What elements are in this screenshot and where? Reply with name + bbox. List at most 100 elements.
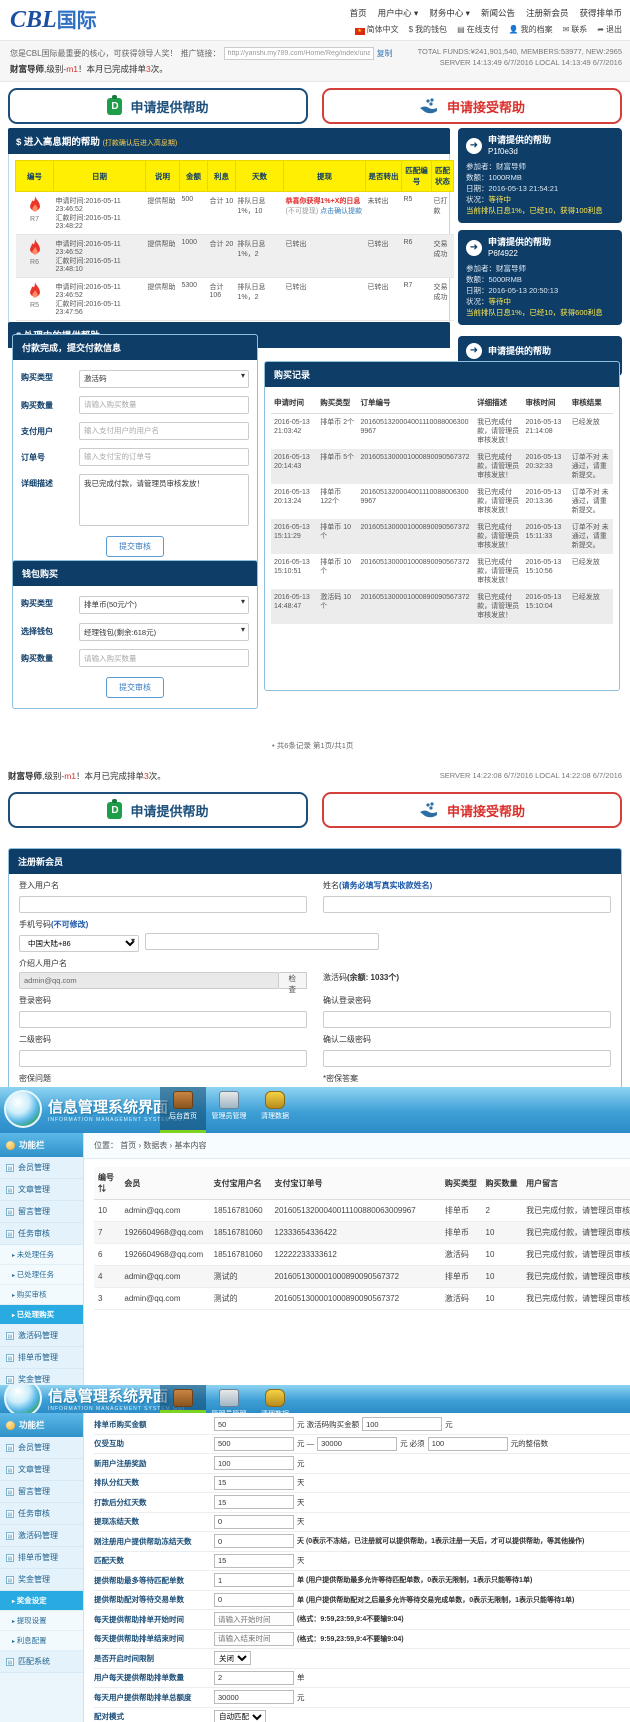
settings-select[interactable]: 自动匹配 — [214, 1709, 266, 1722]
desc-cell: 我已完成付款，请管理员审核发放！ — [474, 449, 523, 484]
username-input[interactable] — [19, 896, 307, 913]
payment-form-title: 付款完成，提交付款信息 — [13, 335, 257, 360]
wallet-select[interactable]: 经理钱包(剩余:618元) — [79, 623, 249, 641]
sidebar-item[interactable]: ▤ 排单币管理 — [0, 1547, 83, 1569]
settings-unit: 天 — [297, 1556, 305, 1566]
sidebar-item[interactable]: ▤ 匹配系统 — [0, 1651, 83, 1673]
sidebar-item[interactable]: ▤ 留言管理 — [0, 1201, 83, 1223]
wallet-submit-button[interactable]: 提交审核 — [106, 677, 164, 698]
sidebar-item[interactable]: ▤ 文章管理 — [0, 1179, 83, 1201]
message-cell: 我已完成付款，请管理员审核 — [522, 1265, 630, 1288]
nav-item[interactable]: 财务中心 ▾ — [429, 7, 470, 19]
sidebar-item[interactable]: ▤ 留言管理 — [0, 1481, 83, 1503]
order-no-input[interactable] — [79, 447, 249, 466]
sidebar-item[interactable]: ▤ 奖金管理 — [0, 1569, 83, 1591]
settings-input[interactable] — [214, 1514, 294, 1529]
settings-controls: 自动匹配 — [214, 1709, 266, 1722]
sidebar-item[interactable]: ▤ 任务审核 — [0, 1503, 83, 1525]
subnav-item[interactable]: 👤 我的档案 — [509, 24, 553, 35]
provide-help-button-2[interactable]: D 申请提供帮助 — [8, 792, 308, 828]
nav-item[interactable]: 注册新会员 — [526, 7, 569, 19]
purchase-records-table: 申请时间 购买类型 订单编号 详细描述 审核时间 审核结果 2016-05-13 21:03… — [271, 392, 613, 624]
settings-input[interactable] — [427, 1436, 508, 1451]
settings-input[interactable] — [214, 1417, 294, 1432]
sidebar-subitem[interactable]: 购买审核 — [0, 1285, 83, 1305]
table-row: R5 申请时间:2016-05-11 23:46:52 汇款时间:2016-05-11… — [15, 277, 454, 321]
hand-coins-icon-2 — [419, 802, 437, 818]
check-button[interactable]: 检查 — [278, 972, 307, 994]
provide-help-panel: ➜ 申请提供的帮助 P6f4922 参加者：财富导师 数额：5000RMB 日期：2016… — [458, 230, 622, 325]
settings-input[interactable] — [214, 1534, 294, 1549]
subnav-item[interactable]: ✉ 联系 — [563, 24, 588, 35]
settings-select[interactable]: 关闭 — [214, 1651, 251, 1666]
settings-input[interactable] — [214, 1456, 294, 1471]
submit-review-button[interactable]: 提交审核 — [106, 535, 164, 557]
nav-item[interactable]: 获得排单币 — [579, 7, 622, 19]
secondary-password-input[interactable] — [19, 1050, 307, 1067]
purchase-qty-input[interactable] — [79, 395, 249, 414]
nav-item[interactable]: 用户中心 ▾ — [378, 7, 419, 19]
settings-input[interactable] — [317, 1436, 398, 1451]
sidebar-subitem-active[interactable]: 已处理购买 — [0, 1305, 83, 1325]
sidebar-item[interactable]: ▤ 文章管理 — [0, 1459, 83, 1481]
settings-hint: (格式：9:59,23:59,9:4不要输9:04) — [297, 1635, 404, 1643]
payer-input[interactable] — [79, 421, 249, 440]
settings-hint: 天 (0表示不冻结，已注册就可以提供帮助，1表示注册一天后，才可以提供帮助，等其… — [297, 1538, 585, 1546]
password-confirm-input[interactable] — [323, 1011, 611, 1028]
time-cell: 2016-05-13 15:11:29 — [271, 519, 318, 554]
subnav-item[interactable]: ★ 简体中文 — [354, 24, 399, 35]
toolbar-item-0[interactable]: 后台首页 — [160, 1087, 206, 1133]
subnav-item[interactable]: ▤ 在线支付 — [457, 24, 499, 35]
nav-item[interactable]: 首页 — [350, 7, 367, 19]
password-input[interactable] — [19, 1011, 307, 1028]
sidebar-subitem[interactable]: 提现设置 — [0, 1611, 83, 1631]
settings-input[interactable] — [214, 1631, 294, 1646]
settings-input[interactable] — [214, 1553, 294, 1568]
sidebar-item[interactable]: ▤ 任务审核 — [0, 1223, 83, 1245]
sidebar-item[interactable]: ▤ 会员管理 — [0, 1437, 83, 1459]
subnav-item[interactable]: $ 我的钱包 — [409, 24, 447, 35]
settings-input[interactable] — [362, 1417, 443, 1432]
nav-item[interactable]: 新闻公告 — [481, 7, 515, 19]
settings-input[interactable] — [214, 1612, 294, 1627]
site-logo[interactable]: CBL国际 — [10, 4, 97, 34]
sidebar-item[interactable]: ▤ 排单币管理 — [0, 1347, 83, 1369]
settings-input[interactable] — [214, 1592, 294, 1607]
toolbar-item-2[interactable]: 清理数据 — [252, 1087, 298, 1133]
toolbar-item-2[interactable]: 清理数据 — [252, 1385, 298, 1413]
sidebar-subitem[interactable]: 未处理任务 — [0, 1245, 83, 1265]
settings-input[interactable] — [214, 1670, 294, 1685]
purchase-type-select[interactable]: 激活码 — [79, 369, 249, 388]
provide-help-button[interactable]: D 申请提供帮助 — [8, 88, 308, 124]
accept-help-button-2[interactable]: 申请接受帮助 — [322, 792, 622, 828]
toolbar-item-0[interactable]: 后台首页 — [160, 1385, 206, 1413]
accept-help-button[interactable]: 申请接受帮助 — [322, 88, 622, 124]
settings-input[interactable] — [214, 1495, 294, 1510]
action-buttons-2: D 申请提供帮助 申请接受帮助 — [8, 792, 622, 828]
promo-link-input[interactable] — [223, 47, 374, 60]
realname-input[interactable] — [323, 896, 611, 913]
copy-button[interactable]: 复制 — [377, 48, 393, 59]
wallet-qty-input[interactable] — [79, 649, 249, 667]
settings-input[interactable] — [214, 1436, 294, 1451]
sidebar-item[interactable]: ▤ 会员管理 — [0, 1157, 83, 1179]
sidebar-item[interactable]: ▤ 激活码管理 — [0, 1325, 83, 1347]
confirm-withdraw-link[interactable]: 点击确认提款 — [320, 208, 362, 215]
wallet-type-select[interactable]: 排单币(50元/个) — [79, 595, 249, 614]
settings-input[interactable] — [214, 1475, 294, 1490]
toolbar-item-1[interactable]: 管理员管理 — [206, 1385, 252, 1413]
desc-textarea[interactable]: 我已完成付款，请管理员审核发放！ — [79, 473, 249, 526]
sidebar-subitem[interactable]: 利息配置 — [0, 1631, 83, 1651]
secondary-password-confirm-input[interactable] — [323, 1050, 611, 1067]
sidebar-item[interactable]: ▤ 激活码管理 — [0, 1525, 83, 1547]
purchase-records-title: 购买记录 — [265, 362, 619, 387]
toolbar-item-1[interactable]: 管理员管理 — [206, 1087, 252, 1133]
settings-input[interactable] — [214, 1573, 294, 1588]
sidebar-subitem[interactable]: 已处理任务 — [0, 1265, 83, 1285]
phone-region-select[interactable]: 中国大陆+86 — [19, 935, 139, 952]
sidebar-subitem-active[interactable]: 奖金设定 — [0, 1591, 83, 1611]
match-cell: R6 — [401, 234, 432, 278]
settings-input[interactable] — [214, 1690, 294, 1705]
phone-input[interactable] — [145, 933, 379, 950]
subnav-item[interactable]: ➦ 退出 — [597, 24, 622, 35]
